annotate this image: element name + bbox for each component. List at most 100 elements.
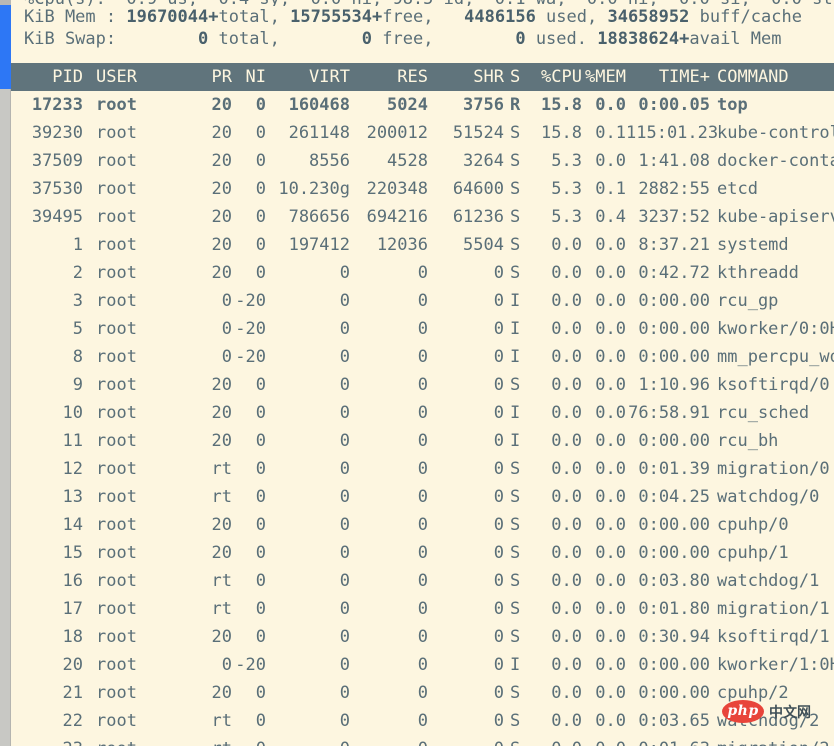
cell-res: 0 [417, 347, 428, 367]
cell-s: I [510, 347, 521, 367]
table-row[interactable]: 8 root 0 -20 0 0 0 I 0.0 0.0 0:00.00 mm_percpu_wq [11, 343, 834, 371]
table-row[interactable]: 37509 root 20 0 8556 4528 3264 S 5.3 0.0 1:41.08 do… [11, 147, 834, 175]
cell-cpu: 0.0 [551, 459, 582, 479]
swap-total-value: 0 [126, 29, 209, 49]
table-row[interactable]: 12 root rt 0 0 0 0 S 0.0 0.0 0:01.39 migration/0 [11, 455, 834, 483]
cell-command: rcu_gp [717, 291, 779, 311]
cell-pid: 22 [62, 711, 83, 731]
column-header-ni[interactable]: NI [232, 63, 266, 91]
table-row[interactable]: 20 root 0 -20 0 0 0 I 0.0 0.0 0:00.00 kworker/1:0H [11, 651, 834, 679]
scrollbar-track-bottom[interactable] [0, 89, 11, 746]
cell-ni: 0 [255, 487, 266, 507]
cell-pid: 13 [62, 487, 83, 507]
cell-time: 0:00.00 [638, 655, 710, 675]
swap-free-value: 0 [290, 29, 373, 49]
cell-shr: 51524 [452, 123, 504, 143]
table-row[interactable]: 18 root 20 0 0 0 0 S 0.0 0.0 0:30.94 ksoftirqd/1 [11, 623, 834, 651]
cell-cpu: 0.0 [551, 571, 582, 591]
cell-shr: 0 [493, 487, 504, 507]
cell-time: 0:00.00 [638, 347, 710, 367]
cell-time: 3237:52 [638, 207, 710, 227]
cell-pr: 20 [211, 431, 232, 451]
table-row[interactable]: 3 root 0 -20 0 0 0 I 0.0 0.0 0:00.00 rcu_gp [11, 287, 834, 315]
scrollbar-thumb[interactable] [0, 5, 11, 89]
cell-pid: 21 [62, 683, 83, 703]
mem-used-label: used, [535, 7, 608, 27]
swap-label: KiB Swap: [24, 29, 127, 49]
cell-shr: 0 [493, 263, 504, 283]
column-header-shr[interactable]: SHR [428, 63, 504, 91]
column-header-command[interactable]: COMMAND [710, 63, 834, 91]
cell-cpu: 5.3 [551, 179, 582, 199]
cell-pid: 2 [72, 263, 83, 283]
cell-shr: 3264 [463, 151, 504, 171]
table-row[interactable]: 5 root 0 -20 0 0 0 I 0.0 0.0 0:00.00 kworker/0:0H [11, 315, 834, 343]
cell-ni: 0 [232, 735, 266, 746]
cell-virt: 0 [339, 571, 350, 591]
column-header-pid[interactable]: PID [11, 63, 89, 91]
cell-mem: 0.0 [595, 235, 626, 255]
table-row[interactable]: 39230 root 20 0 261148 200012 51524 S 15.8 0.1 115… [11, 119, 834, 147]
cell-pid: 17233 [31, 95, 83, 115]
cell-ni: 0 [255, 515, 266, 535]
cell-pid: 39495 [31, 207, 83, 227]
cell-mem: 0.0 [595, 683, 626, 703]
cell-cpu: 0.0 [551, 515, 582, 535]
vertical-scrollbar[interactable] [0, 0, 11, 746]
table-row[interactable]: 37530 root 20 0 10.230g 220348 64600 S 5.3 0.1 288… [11, 175, 834, 203]
cell-pid: 20 [62, 655, 83, 675]
table-row[interactable]: 14 root 20 0 0 0 0 S 0.0 0.0 0:00.00 cpuhp/0 [11, 511, 834, 539]
table-row[interactable]: 21 root 20 0 0 0 0 S 0.0 0.0 0:00.00 cpuhp/2 [11, 679, 834, 707]
cell-cpu: 0.0 [551, 431, 582, 451]
table-row[interactable]: 15 root 20 0 0 0 0 S 0.0 0.0 0:00.00 cpuhp/1 [11, 539, 834, 567]
cell-time: 0:00.00 [638, 543, 710, 563]
table-row[interactable]: 17 root rt 0 0 0 0 S 0.0 0.0 0:01.80 migration/1 [11, 595, 834, 623]
cell-res: 0 [417, 291, 428, 311]
cell-time: 0:03.65 [638, 711, 710, 731]
cell-time: 1:10.96 [638, 375, 710, 395]
cell-command: watchdog/1 [717, 571, 820, 591]
cell-time: 115:01.23 [626, 123, 719, 143]
process-table-header-row: PID USER PR NI VIRT RES SHR S %CPU %MEM … [11, 63, 834, 91]
cell-user: root [96, 95, 137, 115]
cell-virt: 10.230g [278, 179, 350, 199]
table-row[interactable]: 13 root rt 0 0 0 0 S 0.0 0.0 0:04.25 watchdog/0 [11, 483, 834, 511]
cell-shr: 5504 [463, 235, 504, 255]
table-row[interactable]: 10 root 20 0 0 0 0 I 0.0 0.0 76:58.91 rcu_sched [11, 399, 834, 427]
cell-res: 12036 [376, 235, 428, 255]
cell-ni: 0 [255, 179, 266, 199]
cell-shr: 0 [493, 627, 504, 647]
column-header-res[interactable]: RES [350, 63, 428, 91]
cell-user: root [96, 515, 137, 535]
column-header-mem[interactable]: %MEM [582, 63, 626, 91]
table-row[interactable]: 16 root rt 0 0 0 0 S 0.0 0.0 0:03.80 watchdog/1 [11, 567, 834, 595]
column-header-state[interactable]: S [504, 63, 532, 91]
table-row[interactable]: 22 root rt 0 0 0 0 S 0.0 0.0 0:03.65 watchdog/2 [11, 707, 834, 735]
table-row[interactable]: 39495 root 20 0 786656 694216 61236 S 5.3 0.4 3237… [11, 203, 834, 231]
cell-user: root [96, 571, 137, 591]
column-header-virt[interactable]: VIRT [266, 63, 350, 91]
table-row[interactable]: 23rootrt0000S0.00.00:01.63migration/2 [11, 735, 834, 746]
cell-user: root [96, 179, 137, 199]
column-header-pr[interactable]: PR [192, 63, 232, 91]
cell-res: 0 [417, 515, 428, 535]
table-row[interactable]: 1 root 20 0 197412 12036 5504 S 0.0 0.0 8:37.21 sys… [11, 231, 834, 259]
cell-shr: 0 [493, 571, 504, 591]
mem-total-value: 19670044+ [126, 7, 219, 27]
cell-mem: 0.0 [595, 627, 626, 647]
cell-ni: 0 [255, 95, 266, 115]
table-row[interactable]: 11 root 20 0 0 0 0 I 0.0 0.0 0:00.00 rcu_bh [11, 427, 834, 455]
cell-user: root [96, 683, 137, 703]
cell-cpu: 5.3 [551, 207, 582, 227]
column-header-time[interactable]: TIME+ [626, 63, 710, 91]
cell-command: kworker/1:0H [717, 655, 834, 675]
cell-res: 694216 [366, 207, 428, 227]
table-row[interactable]: 17233 root 20 0 160468 5024 3756 R 15.8 0.0 0:00.0… [11, 91, 834, 119]
cell-res: 5024 [387, 95, 428, 115]
table-row[interactable]: 9 root 20 0 0 0 0 S 0.0 0.0 1:10.96 ksoftirqd/0 [11, 371, 834, 399]
column-header-user[interactable]: USER [89, 63, 192, 91]
table-row[interactable]: 2 root 20 0 0 0 0 S 0.0 0.0 0:42.72 kthreadd [11, 259, 834, 287]
cell-shr: 0 [428, 735, 504, 746]
cell-s: S [504, 735, 532, 746]
column-header-cpu[interactable]: %CPU [532, 63, 582, 91]
